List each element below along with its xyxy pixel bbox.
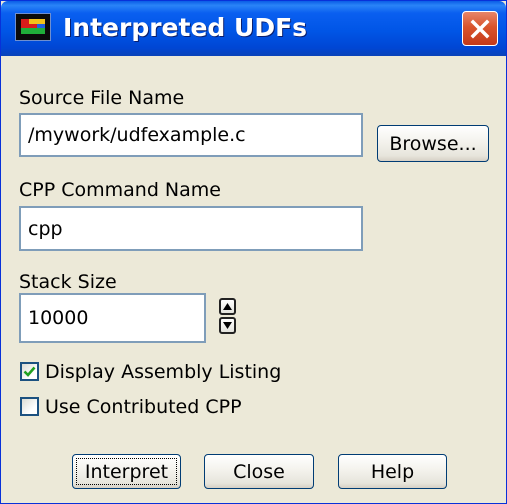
close-button-label: Close (233, 460, 285, 483)
stack-size-decrement[interactable] (219, 317, 236, 334)
close-button[interactable]: Close (204, 454, 314, 489)
close-window-button[interactable] (462, 11, 498, 46)
use-contributed-cpp-checkbox[interactable] (20, 397, 39, 416)
use-contributed-cpp-label[interactable]: Use Contributed CPP (45, 396, 242, 418)
browse-button[interactable]: Browse... (377, 125, 489, 162)
stack-size-input[interactable] (19, 293, 206, 343)
spin-up-icon (223, 303, 232, 310)
stack-size-increment[interactable] (219, 298, 236, 315)
source-file-input[interactable] (19, 113, 363, 157)
title-bar[interactable]: Interpreted UDFs (1, 1, 506, 56)
close-icon (470, 19, 490, 39)
interpreted-udfs-dialog: Interpreted UDFs Source File Name Browse… (0, 0, 507, 504)
fluent-app-icon (15, 13, 51, 41)
interpret-button[interactable]: Interpret (72, 454, 181, 489)
help-button[interactable]: Help (338, 454, 447, 489)
checkmark-icon (23, 366, 36, 377)
display-assembly-listing-checkbox[interactable] (20, 362, 39, 381)
stack-size-label: Stack Size (19, 271, 117, 293)
cpp-command-input[interactable] (19, 206, 363, 251)
cpp-command-label: CPP Command Name (19, 179, 221, 201)
display-assembly-listing-label[interactable]: Display Assembly Listing (45, 361, 281, 383)
browse-button-label: Browse... (389, 132, 477, 155)
help-button-label: Help (370, 460, 415, 483)
spin-down-icon (223, 322, 232, 329)
interpret-button-label: Interpret (76, 458, 177, 485)
window-title: Interpreted UDFs (63, 13, 308, 42)
source-file-label: Source File Name (19, 87, 185, 109)
